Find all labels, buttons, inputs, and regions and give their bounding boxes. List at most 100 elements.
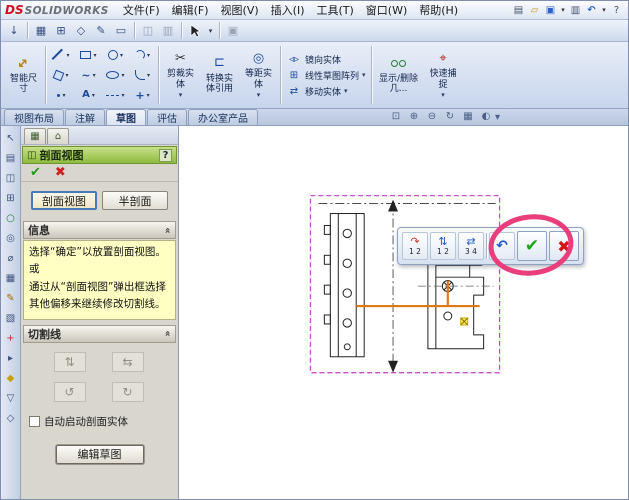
drawing-canvas[interactable]: ↷ 1 2 ⇅ 1 2 ⇄ 3 4 ↶ ✔ ✖ <box>179 126 628 499</box>
sketch-fillet-button[interactable]: ▾ <box>129 65 156 85</box>
undo-dropdown-icon[interactable]: ▾ <box>600 3 608 18</box>
tab-sketch[interactable]: 草图 <box>106 109 146 125</box>
pattern-view-icon[interactable]: ⊞ <box>52 22 70 40</box>
sketch-ellipse-button[interactable]: ▾ <box>102 65 129 85</box>
offset-entities-button[interactable]: ◎ 等距实体 ▾ <box>239 44 278 106</box>
menu-item[interactable]: 插入(I) <box>265 1 311 19</box>
cutting-line-sketch[interactable] <box>356 281 480 308</box>
view-tool-icon[interactable]: ↻ <box>443 110 457 123</box>
dropdown-icon[interactable]: ▾ <box>93 72 96 79</box>
help-icon[interactable]: ? <box>609 3 624 18</box>
dropdown-icon[interactable]: ▾ <box>121 92 124 99</box>
undo-icon[interactable]: ↶ <box>584 3 599 18</box>
convert-entities-button[interactable]: ⊏ 转换实体引用 <box>200 44 239 106</box>
left-plate-geometry[interactable] <box>323 213 365 358</box>
sketch-point-marker[interactable] <box>460 317 469 326</box>
sketch-centerline-button[interactable]: ▾ <box>102 85 129 105</box>
menu-item[interactable]: 窗口(W) <box>360 1 413 19</box>
smart-dimension-button[interactable]: ↔ 智能尺寸 <box>4 44 43 106</box>
sketch-line-button[interactable]: ▾ <box>48 45 75 65</box>
view-tools-dropdown-icon[interactable]: ▾ <box>495 112 500 125</box>
linear-pattern-button[interactable]: ⊞ 线性草图阵列 ▾ <box>286 69 366 82</box>
menu-item[interactable]: 帮助(H) <box>413 1 464 19</box>
sketch-circle-button[interactable]: ▾ <box>102 45 129 65</box>
view-tool-icon[interactable]: ▦ <box>461 110 475 123</box>
dropdown-icon[interactable]: ▾ <box>147 72 150 79</box>
side-tool-icon[interactable]: ⌀ <box>3 251 18 265</box>
move-entities-button[interactable]: ⇄ 移动实体 ▾ <box>286 85 366 98</box>
popup-undo-button[interactable]: ↶ <box>489 232 515 260</box>
dropdown-icon[interactable]: ▾ <box>65 72 68 79</box>
edit-sketch-button[interactable]: 编辑草图 <box>55 444 144 464</box>
cutting-line-section-header[interactable]: 切割线 » <box>23 324 176 343</box>
quick-snaps-button[interactable]: ⌖ 快速捕捉 ▾ <box>424 44 463 106</box>
tab-evaluate[interactable]: 评估 <box>147 109 187 125</box>
select-cursor-icon[interactable] <box>186 22 204 40</box>
popup-cancel-button[interactable]: ✖ <box>549 231 579 261</box>
menu-item[interactable]: 视图(V) <box>215 1 265 19</box>
dropdown-icon[interactable]: ▾ <box>66 52 69 59</box>
side-tool-icon[interactable]: ↖ <box>3 131 18 145</box>
collapse-chevron-icon[interactable]: » <box>162 227 173 233</box>
dropdown-icon[interactable]: ▾ <box>92 92 95 99</box>
popup-ok-button[interactable]: ✔ <box>517 231 547 261</box>
save-dropdown-icon[interactable]: ▾ <box>559 3 567 18</box>
flip-direction-button[interactable]: ⇄ 3 4 <box>458 232 484 260</box>
side-tool-icon[interactable]: ▧ <box>3 311 18 325</box>
configuration-tab[interactable]: ⌂ <box>47 128 69 144</box>
trim-entities-button[interactable]: ✂ 剪裁实体 ▾ <box>161 44 200 106</box>
sketch-point-button[interactable]: ▾ <box>48 85 75 105</box>
side-tool-icon[interactable]: ▤ <box>3 151 18 165</box>
viewport-icon[interactable]: ▭ <box>112 22 130 40</box>
half-section-mode-button[interactable]: 半剖面 <box>102 191 168 210</box>
flip-direction-button[interactable]: ↷ 1 2 <box>402 232 428 260</box>
dropdown-icon[interactable]: ▾ <box>147 52 150 59</box>
menu-item[interactable]: 编辑(F) <box>166 1 215 19</box>
sketch-rectangle-button[interactable]: ▾ <box>75 45 102 65</box>
tab-office-products[interactable]: 办公室产品 <box>188 109 258 125</box>
side-tool-icon[interactable]: ▸ <box>3 351 18 365</box>
section-view-mode-button[interactable]: 剖面视图 <box>31 191 97 210</box>
side-tool-icon[interactable]: ◆ <box>3 371 18 385</box>
side-tool-icon[interactable]: ▦ <box>3 271 18 285</box>
dropdown-icon[interactable]: ▾ <box>344 87 348 95</box>
dropdown-icon[interactable]: ▾ <box>441 91 445 99</box>
view-tool-icon[interactable]: ⊖ <box>425 110 439 123</box>
save-icon[interactable]: ▣ <box>543 3 558 18</box>
dropdown-icon[interactable]: ▾ <box>121 72 124 79</box>
sketch-edit-icon[interactable]: ✎ <box>92 22 110 40</box>
tab-annotation[interactable]: 注解 <box>65 109 105 125</box>
dropdown-icon[interactable]: ▾ <box>362 71 366 79</box>
flip-direction-button[interactable]: ⇅ 1 2 <box>430 232 456 260</box>
new-document-icon[interactable]: ▤ <box>511 3 526 18</box>
dropdown-icon[interactable]: ▾ <box>120 52 123 59</box>
property-manager-tab[interactable]: ▦ <box>24 128 46 144</box>
auto-start-checkbox[interactable] <box>29 415 40 427</box>
ok-check-icon[interactable]: ✔ <box>30 166 41 179</box>
side-tool-icon[interactable]: ▽ <box>3 391 18 405</box>
view-tool-icon[interactable]: ⊡ <box>389 110 403 123</box>
sketch-arc-button[interactable]: ▾ <box>129 45 156 65</box>
select-dropdown-icon[interactable]: ▾ <box>206 22 215 40</box>
grid-view-icon[interactable]: ▦ <box>32 22 50 40</box>
side-tool-icon[interactable]: ○ <box>3 211 18 225</box>
display-delete-relations-button[interactable]: 显示/删除几... <box>374 44 424 106</box>
menu-item[interactable]: 工具(T) <box>310 1 359 19</box>
mirror-entities-button[interactable]: ◃▹ 镜向实体 <box>286 53 366 66</box>
side-tool-icon[interactable]: ◇ <box>3 411 18 425</box>
dropdown-icon[interactable]: ▾ <box>147 92 150 99</box>
dropdown-icon[interactable]: ▾ <box>179 91 183 99</box>
help-button[interactable]: ? <box>159 148 172 162</box>
side-tool-icon[interactable]: ⊞ <box>3 191 18 205</box>
tab-view-layout[interactable]: 视图布局 <box>4 109 64 125</box>
dropdown-icon[interactable]: ▾ <box>62 92 65 99</box>
side-tool-icon[interactable]: ◎ <box>3 231 18 245</box>
view-tool-icon[interactable]: ⊕ <box>407 110 421 123</box>
collapse-chevron-icon[interactable]: » <box>162 331 173 337</box>
view-tool-icon[interactable]: ◐ <box>479 110 493 123</box>
menu-item[interactable]: 文件(F) <box>117 1 166 19</box>
drawing-view-svg[interactable] <box>179 126 628 499</box>
sketch-construction-button[interactable]: + ▾ <box>129 85 156 105</box>
side-tool-icon[interactable]: + <box>3 331 18 345</box>
side-tool-icon[interactable]: ✎ <box>3 291 18 305</box>
